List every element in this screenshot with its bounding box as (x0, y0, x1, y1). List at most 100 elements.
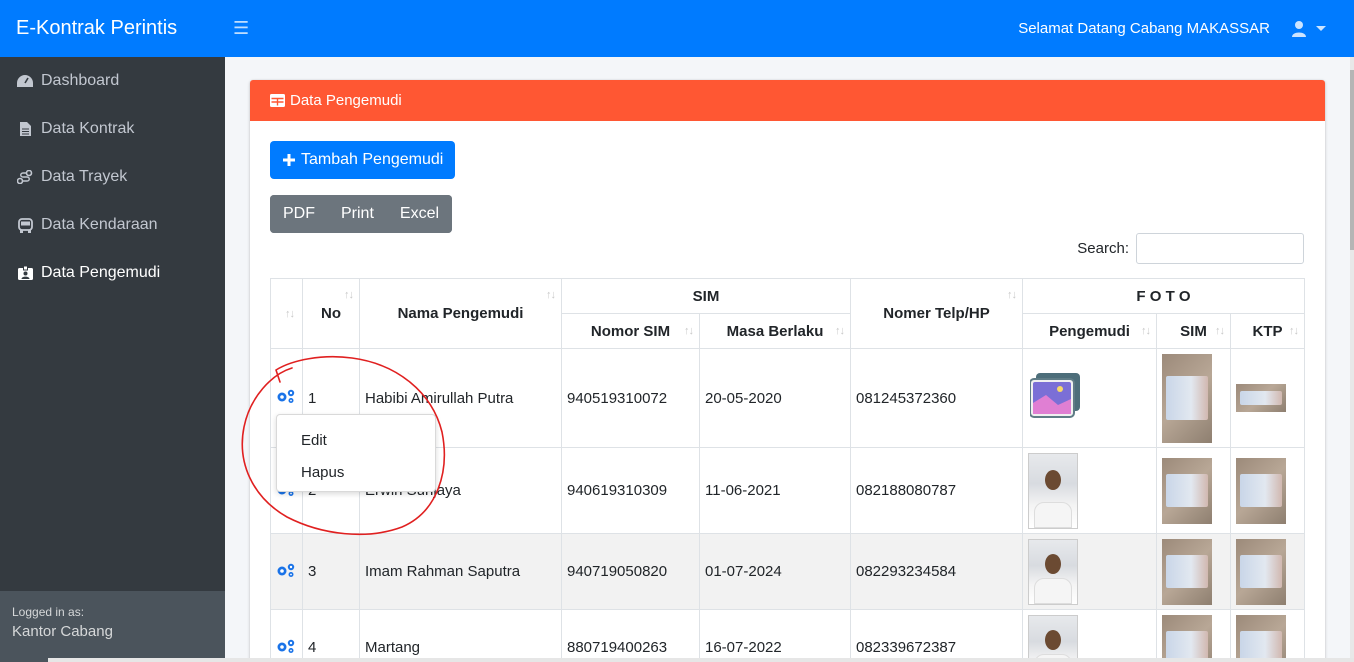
logged-in-label: Logged in as: (12, 605, 85, 619)
cell-no: 4 (302, 609, 360, 662)
cell-foto-pengemudi (1022, 533, 1157, 610)
column-header-foto-ktp[interactable]: KTP ↑↓ (1230, 313, 1305, 349)
sim-photo[interactable] (1162, 457, 1212, 524)
cell-foto-ktp (1230, 348, 1305, 448)
sort-icon: ↑↓ (1289, 325, 1299, 337)
search-box: Search: (1077, 233, 1304, 264)
horizontal-scrollbar[interactable] (48, 658, 1354, 662)
cell-foto-pengemudi (1022, 348, 1157, 448)
column-header-nama[interactable]: Nama Pengemudi ↑↓ (359, 278, 562, 349)
export-pdf-button[interactable]: PDF (270, 195, 328, 233)
menu-item-edit[interactable]: Edit (277, 424, 435, 456)
cell-foto-ktp (1230, 447, 1305, 534)
sort-icon: ↑↓ (1007, 289, 1017, 301)
ktp-photo[interactable] (1236, 457, 1286, 524)
cell-masa-berlaku: 20-05-2020 (699, 348, 851, 448)
ktp-photo[interactable] (1236, 538, 1286, 605)
column-header-foto-sim[interactable]: SIM ↑↓ (1156, 313, 1231, 349)
plus-icon (283, 154, 295, 166)
card-header: Data Pengemudi (250, 80, 1325, 121)
cell-nomor-sim: 940519310072 (561, 348, 700, 448)
cell-nama: Imam Rahman Saputra (359, 533, 562, 610)
export-print-button[interactable]: Print (328, 195, 387, 233)
tachometer-icon (17, 73, 33, 89)
gears-icon[interactable] (276, 388, 296, 404)
sidebar: Dashboard Data Kontrak Data Trayek Data … (0, 57, 225, 662)
driver-photo[interactable] (1028, 452, 1078, 529)
sidebar-footer: Logged in as: Kantor Cabang (0, 591, 225, 662)
sidebar-item-label: Data Kontrak (41, 120, 135, 137)
ktp-photo[interactable] (1236, 614, 1286, 662)
export-button-group: PDF Print Excel (270, 195, 453, 233)
sort-icon: ↑↓ (835, 325, 845, 337)
sim-photo[interactable] (1162, 353, 1212, 443)
gears-icon[interactable] (276, 562, 296, 578)
sidebar-item-dashboard[interactable]: Dashboard (0, 57, 225, 105)
user-menu-button[interactable] (1292, 20, 1326, 37)
column-header-foto-pengemudi[interactable]: Pengemudi ↑↓ (1022, 313, 1157, 349)
ktp-photo[interactable] (1236, 384, 1286, 412)
cell-nama: Martang (359, 609, 562, 662)
file-icon (17, 121, 33, 137)
column-header-actions[interactable]: ↑↓ (270, 278, 303, 349)
sidebar-item-data-pengemudi[interactable]: Data Pengemudi (0, 249, 225, 297)
column-header-no[interactable]: No ↑↓ (302, 278, 360, 349)
column-header-telp[interactable]: Nomer Telp/HP ↑↓ (850, 278, 1023, 349)
driver-photo[interactable] (1028, 614, 1078, 662)
brand-title[interactable]: E-Kontrak Perintis (0, 17, 225, 40)
cell-nomor-sim: 940619310309 (561, 447, 700, 534)
cell-masa-berlaku: 01-07-2024 (699, 533, 851, 610)
sim-photo[interactable] (1162, 614, 1212, 662)
data-pengemudi-card: Data Pengemudi Tambah Pengemudi PDF Prin… (250, 80, 1325, 662)
table-icon (270, 94, 285, 107)
cell-foto-sim (1156, 533, 1231, 610)
cell-foto-ktp (1230, 609, 1305, 662)
cell-masa-berlaku: 16-07-2022 (699, 609, 851, 662)
top-navbar: E-Kontrak Perintis ☰ Selamat Datang Caba… (0, 0, 1354, 57)
search-label: Search: (1077, 240, 1129, 257)
user-icon (1292, 20, 1306, 37)
row-actions (270, 533, 303, 610)
export-excel-button[interactable]: Excel (386, 195, 453, 233)
cell-nomor-sim: 880719400263 (561, 609, 700, 662)
row-actions (270, 609, 303, 662)
sort-icon: ↑↓ (344, 289, 354, 301)
sidebar-item-label: Data Kendaraan (41, 216, 158, 233)
column-header-masa-berlaku[interactable]: Masa Berlaku ↑↓ (699, 313, 851, 349)
welcome-text: Selamat Datang Cabang MAKASSAR (1018, 20, 1270, 37)
sidebar-item-data-kendaraan[interactable]: Data Kendaraan (0, 201, 225, 249)
cell-masa-berlaku: 11-06-2021 (699, 447, 851, 534)
tambah-pengemudi-label: Tambah Pengemudi (301, 151, 444, 168)
gears-icon[interactable] (276, 638, 296, 654)
cell-foto-sim (1156, 609, 1231, 662)
sort-icon: ↑↓ (546, 289, 556, 301)
cell-telp: 082339672387 (850, 609, 1023, 662)
sort-icon: ↑↓ (285, 307, 295, 320)
sort-icon: ↑↓ (1215, 325, 1225, 337)
image-placeholder-icon[interactable] (1029, 373, 1156, 423)
sidebar-item-label: Dashboard (41, 72, 120, 89)
cell-telp: 082188080787 (850, 447, 1023, 534)
cell-foto-ktp (1230, 533, 1305, 610)
cell-foto-sim (1156, 348, 1231, 448)
card-title: Data Pengemudi (290, 92, 402, 109)
column-header-nomor-sim[interactable]: Nomor SIM ↑↓ (561, 313, 700, 349)
search-input[interactable] (1136, 233, 1304, 264)
driver-photo[interactable] (1028, 538, 1078, 605)
cell-foto-pengemudi (1022, 447, 1157, 534)
table-row: 3 Imam Rahman Saputra 940719050820 01-07… (270, 533, 1305, 610)
cell-foto-pengemudi (1022, 609, 1157, 662)
route-icon (17, 169, 33, 185)
cell-foto-sim (1156, 447, 1231, 534)
sidebar-item-data-kontrak[interactable]: Data Kontrak (0, 105, 225, 153)
bus-icon (17, 217, 33, 233)
sim-photo[interactable] (1162, 538, 1212, 605)
hamburger-menu-icon[interactable]: ☰ (233, 18, 249, 39)
scrollbar-thumb[interactable] (1350, 70, 1354, 250)
logged-in-user: Kantor Cabang (12, 623, 113, 640)
tambah-pengemudi-button[interactable]: Tambah Pengemudi (270, 141, 456, 179)
cell-telp: 081245372360 (850, 348, 1023, 448)
table-row: 4 Martang 880719400263 16-07-2022 082339… (270, 609, 1305, 662)
sidebar-item-data-trayek[interactable]: Data Trayek (0, 153, 225, 201)
menu-item-hapus[interactable]: Hapus (277, 456, 435, 488)
